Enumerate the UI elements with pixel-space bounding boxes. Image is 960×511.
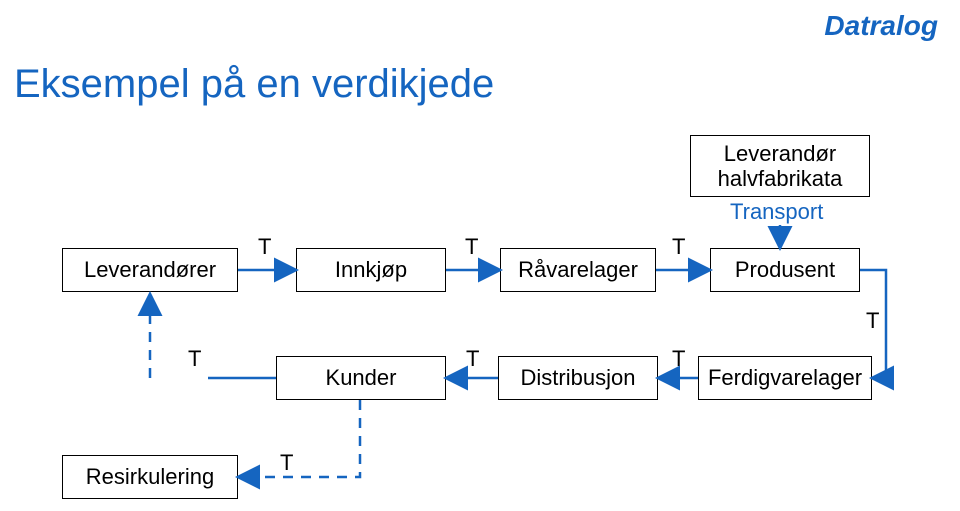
t-label-2: T xyxy=(465,234,478,260)
box-ferdigvarelager: Ferdigvarelager xyxy=(698,356,872,400)
t-label-5: T xyxy=(188,346,201,372)
box-kunder: Kunder xyxy=(276,356,446,400)
t-label-4: T xyxy=(866,308,879,334)
box-leverandorer: Leverandører xyxy=(62,248,238,292)
t-label-6: T xyxy=(466,346,479,372)
transport-label-top: Transport xyxy=(730,199,823,225)
t-label-3: T xyxy=(672,234,685,260)
page-title: Eksempel på en verdikjede xyxy=(14,62,494,107)
box-distribusjon: Distribusjon xyxy=(498,356,658,400)
t-label-7: T xyxy=(672,346,685,372)
t-label-1: T xyxy=(258,234,271,260)
t-label-8: T xyxy=(280,450,293,476)
box-innkjop: Innkjøp xyxy=(296,248,446,292)
box-leverandor-halvfabrikata: Leverandør halvfabrikata xyxy=(690,135,870,197)
box-ravarelager: Råvarelager xyxy=(500,248,656,292)
box-resirkulering: Resirkulering xyxy=(62,455,238,499)
box-produsent: Produsent xyxy=(710,248,860,292)
brand-logo: Datralog xyxy=(824,10,938,42)
